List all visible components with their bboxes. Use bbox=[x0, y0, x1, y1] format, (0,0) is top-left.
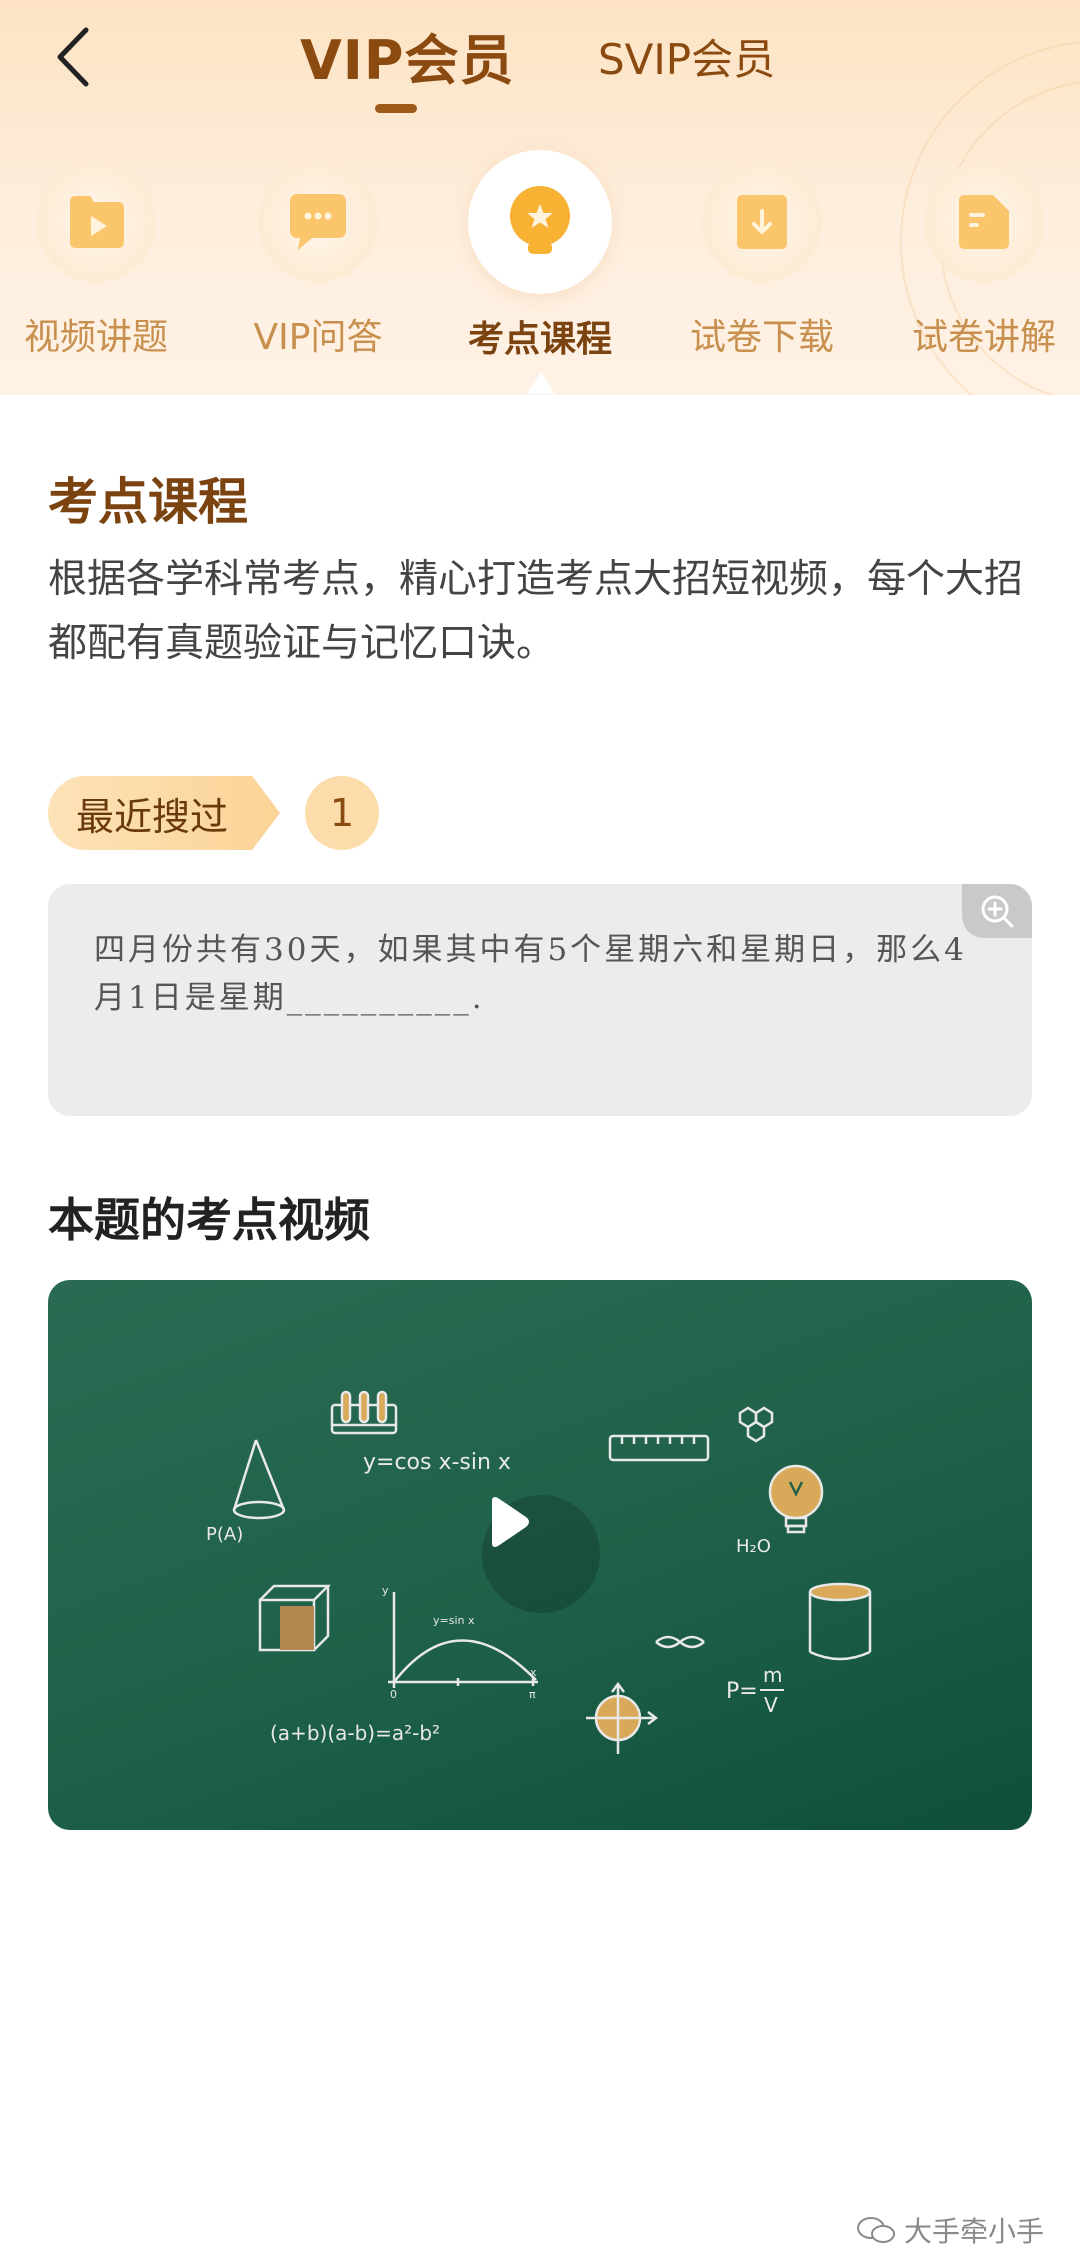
recent-search-tag: 最近搜过 bbox=[48, 776, 280, 850]
document-icon bbox=[959, 195, 1009, 249]
category-icon-circle bbox=[924, 162, 1044, 282]
play-button[interactable] bbox=[482, 1495, 600, 1613]
axis-y-label: y bbox=[382, 1584, 389, 1597]
question-card[interactable]: 四月份共有30天，如果其中有5个星期六和星期日，那么4月1日是星期_______… bbox=[48, 884, 1032, 1116]
category-video-explain[interactable]: 视频讲题 bbox=[0, 150, 196, 360]
test-tubes-icon bbox=[330, 1390, 398, 1435]
formula-density-denominator: V bbox=[764, 1693, 778, 1717]
category-label: 视频讲题 bbox=[23, 317, 168, 358]
cone-icon bbox=[232, 1439, 286, 1520]
video-section-title: 本题的考点视频 bbox=[48, 1193, 370, 1247]
category-icon-circle bbox=[36, 162, 156, 282]
formula-density-numerator: m bbox=[763, 1663, 782, 1687]
video-play-icon bbox=[70, 196, 124, 248]
zoom-button[interactable] bbox=[962, 884, 1032, 938]
wechat-icon bbox=[857, 2217, 895, 2243]
molecule-icon bbox=[738, 1406, 774, 1443]
vip-header: VIP会员 SVIP会员 视频讲题 VIP问答 考点课程 试卷下载 试卷讲解 bbox=[0, 0, 1080, 395]
ruler-icon bbox=[608, 1434, 710, 1462]
lightbulb-icon bbox=[768, 1464, 824, 1534]
axis-pi-label: π bbox=[529, 1688, 536, 1701]
formula-sine: y=sin x bbox=[433, 1614, 475, 1627]
chevron-left-icon bbox=[57, 27, 89, 87]
watermark-text: 大手牵小手 bbox=[904, 2215, 1045, 2248]
zoom-in-icon bbox=[981, 895, 1014, 928]
formula-water: H₂O bbox=[736, 1536, 771, 1557]
formula-difference-squares: (a+b)(a-b)=a²-b² bbox=[270, 1721, 440, 1745]
tab-vip-member[interactable]: VIP会员 bbox=[300, 16, 514, 95]
watermark: 大手牵小手 bbox=[856, 2210, 1044, 2250]
category-icon-circle bbox=[702, 162, 822, 282]
axis-x-label: x bbox=[530, 1666, 537, 1679]
category-label: 试卷下载 bbox=[689, 317, 834, 358]
category-key-points-course[interactable]: 考点课程 bbox=[440, 150, 640, 362]
lightbulb-star-icon bbox=[510, 186, 570, 254]
formula-cos-sin: y=cos x-sin x bbox=[363, 1450, 511, 1475]
download-icon bbox=[737, 195, 787, 249]
cylinder-icon bbox=[808, 1582, 872, 1661]
axis-origin-label: 0 bbox=[390, 1688, 397, 1701]
question-text: 四月份共有30天，如果其中有5个星期六和星期日，那么4月1日是星期_______… bbox=[94, 932, 967, 1016]
section-description: 根据各学科常考点，精心打造考点大招短视频，每个大招都配有真题验证与记忆口诀。 bbox=[48, 557, 1024, 666]
tab-svip-member[interactable]: SVIP会员 bbox=[598, 26, 775, 87]
chat-bubble-icon bbox=[290, 194, 346, 250]
active-tab-indicator bbox=[375, 104, 417, 113]
recent-search-label: 最近搜过 bbox=[76, 794, 229, 839]
category-icon-circle bbox=[468, 150, 612, 294]
play-icon bbox=[492, 1497, 529, 1547]
active-category-pointer bbox=[527, 372, 555, 394]
cube-icon bbox=[258, 1584, 332, 1652]
category-paper-download[interactable]: 试卷下载 bbox=[662, 150, 862, 360]
category-vip-qa[interactable]: VIP问答 bbox=[218, 150, 418, 360]
recent-search-count[interactable]: 1 bbox=[305, 776, 379, 850]
crosshair-icon bbox=[586, 1681, 659, 1754]
formula-density: P= bbox=[726, 1679, 758, 1704]
video-player[interactable]: y=cos x-sin x P(A) H₂O (a+b)(a-b)=a²-b² … bbox=[48, 1280, 1032, 1830]
category-label: VIP问答 bbox=[253, 317, 383, 358]
back-button[interactable] bbox=[48, 22, 108, 92]
category-label: 试卷讲解 bbox=[911, 317, 1056, 358]
category-label: 考点课程 bbox=[467, 319, 612, 360]
section-title: 考点课程 bbox=[48, 473, 248, 531]
category-paper-explain[interactable]: 试卷讲解 bbox=[884, 150, 1080, 360]
dna-icon bbox=[655, 1635, 705, 1649]
formula-probability: P(A) bbox=[206, 1524, 243, 1545]
category-icon-circle bbox=[258, 162, 378, 282]
